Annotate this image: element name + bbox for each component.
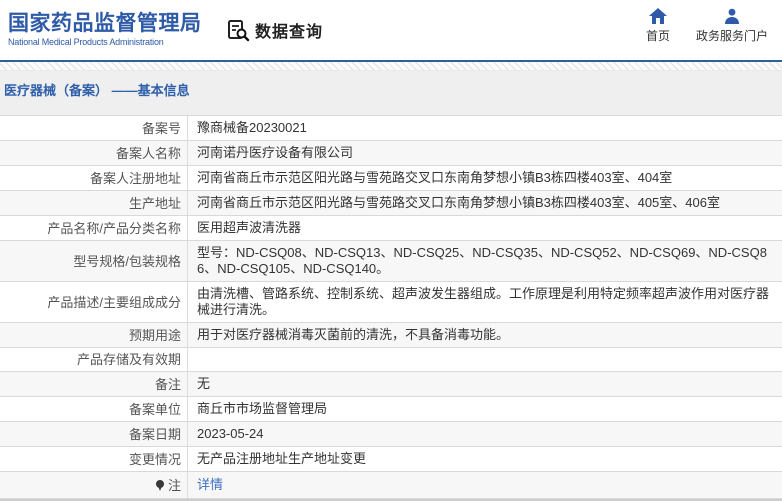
table-row-record-number: 备案号 豫商械备20230021 bbox=[0, 116, 782, 141]
row-label: 注 bbox=[0, 472, 188, 498]
row-value: 豫商械备20230021 bbox=[197, 120, 307, 135]
row-label: 备案人注册地址 bbox=[0, 166, 188, 190]
row-label: 备案单位 bbox=[0, 397, 188, 421]
row-label: 型号规格/包装规格 bbox=[0, 241, 188, 281]
row-label: 产品名称/产品分类名称 bbox=[0, 216, 188, 240]
table-row-product-name: 产品名称/产品分类名称 医用超声波清洗器 bbox=[0, 216, 782, 241]
note-label: 注 bbox=[167, 477, 181, 493]
table-row-model-spec: 型号规格/包装规格 型号：ND-CSQ08、ND-CSQ13、ND-CSQ25、… bbox=[0, 241, 782, 282]
row-label: 产品描述/主要组成成分 bbox=[0, 282, 188, 322]
row-label: 生产地址 bbox=[0, 191, 188, 215]
hatch-divider bbox=[0, 62, 782, 71]
data-query-label: 数据查询 bbox=[255, 24, 324, 41]
table-row-filing-authority: 备案单位 商丘市市场监督管理局 bbox=[0, 397, 782, 422]
row-value: 由清洗槽、管路系统、控制系统、超声波发生器组成。工作原理是利用特定频率超声波作用… bbox=[197, 286, 770, 317]
table-row-storage-validity: 产品存储及有效期 bbox=[0, 348, 782, 372]
data-query-title: 数据查询 bbox=[226, 18, 323, 42]
row-value: 医用超声波清洗器 bbox=[197, 220, 302, 235]
table-row-production-address: 生产地址 河南省商丘市示范区阳光路与雪苑路交叉口东南角梦想小镇B3栋四楼403室… bbox=[0, 191, 782, 216]
row-value: 用于对医疗器械消毒灭菌前的清洗，不具备消毒功能。 bbox=[197, 327, 510, 342]
row-value: 商丘市市场监督管理局 bbox=[197, 401, 328, 416]
nmpa-logo: 国家药品监督管理局 National Medical Products Admi… bbox=[8, 12, 208, 48]
nav-item-home[interactable]: 首页 bbox=[646, 8, 670, 44]
table-row-remarks: 备注 无 bbox=[0, 372, 782, 397]
logo-subtitle: National Medical Products Administration bbox=[8, 37, 164, 47]
row-label: 备案号 bbox=[0, 116, 188, 140]
row-value: 河南诺丹医疗设备有限公司 bbox=[197, 145, 354, 160]
details-link[interactable]: 详情 bbox=[197, 477, 223, 492]
row-value bbox=[188, 356, 782, 364]
nav-home-label: 首页 bbox=[645, 29, 670, 43]
row-label: 备案日期 bbox=[0, 422, 188, 446]
document-search-icon bbox=[226, 18, 250, 42]
device-info-table: 备案号 豫商械备20230021 备案人名称 河南诺丹医疗设备有限公司 备案人注… bbox=[0, 115, 782, 501]
table-row-product-description: 产品描述/主要组成成分 由清洗槽、管路系统、控制系统、超声波发生器组成。工作原理… bbox=[0, 282, 782, 323]
row-value: 河南省商丘市示范区阳光路与雪苑路交叉口东南角梦想小镇B3栋四楼403室、404室 bbox=[197, 170, 673, 185]
table-row-note: 注 详情 bbox=[0, 472, 782, 499]
table-row-change-status: 变更情况 无产品注册地址生产地址变更 bbox=[0, 447, 782, 472]
row-value: 型号：ND-CSQ08、ND-CSQ13、ND-CSQ25、ND-CSQ35、N… bbox=[197, 245, 767, 276]
row-value: 河南省商丘市示范区阳光路与雪苑路交叉口东南角梦想小镇B3栋四楼403室、405室… bbox=[197, 195, 720, 210]
breadcrumb: 医疗器械（备案） ——基本信息 bbox=[4, 83, 190, 98]
user-icon bbox=[724, 8, 740, 24]
row-label: 备注 bbox=[0, 372, 188, 396]
nav-portal-label: 政务服务门户 bbox=[695, 29, 768, 43]
table-row-intended-use: 预期用途 用于对医疗器械消毒灭菌前的清洗，不具备消毒功能。 bbox=[0, 323, 782, 348]
table-row-registrant-name: 备案人名称 河南诺丹医疗设备有限公司 bbox=[0, 141, 782, 166]
app-header: 国家药品监督管理局 National Medical Products Admi… bbox=[0, 0, 782, 60]
home-icon bbox=[648, 8, 667, 24]
row-label: 产品存储及有效期 bbox=[0, 348, 188, 371]
table-row-registered-address: 备案人注册地址 河南省商丘市示范区阳光路与雪苑路交叉口东南角梦想小镇B3栋四楼4… bbox=[0, 166, 782, 191]
row-value: 2023-05-24 bbox=[197, 426, 264, 441]
nav-item-portal[interactable]: 政务服务门户 bbox=[696, 8, 768, 44]
row-label: 变更情况 bbox=[0, 447, 188, 471]
row-label: 备案人名称 bbox=[0, 141, 188, 165]
header-nav: 首页 政务服务门户 bbox=[646, 8, 768, 44]
row-label: 预期用途 bbox=[0, 323, 188, 347]
note-pin-icon bbox=[155, 479, 165, 491]
table-row-filing-date: 备案日期 2023-05-24 bbox=[0, 422, 782, 447]
logo-title: 国家药品监督管理局 bbox=[8, 12, 202, 35]
row-value: 无产品注册地址生产地址变更 bbox=[197, 451, 367, 466]
row-value: 详情 bbox=[188, 473, 782, 497]
row-value: 无 bbox=[197, 376, 211, 391]
